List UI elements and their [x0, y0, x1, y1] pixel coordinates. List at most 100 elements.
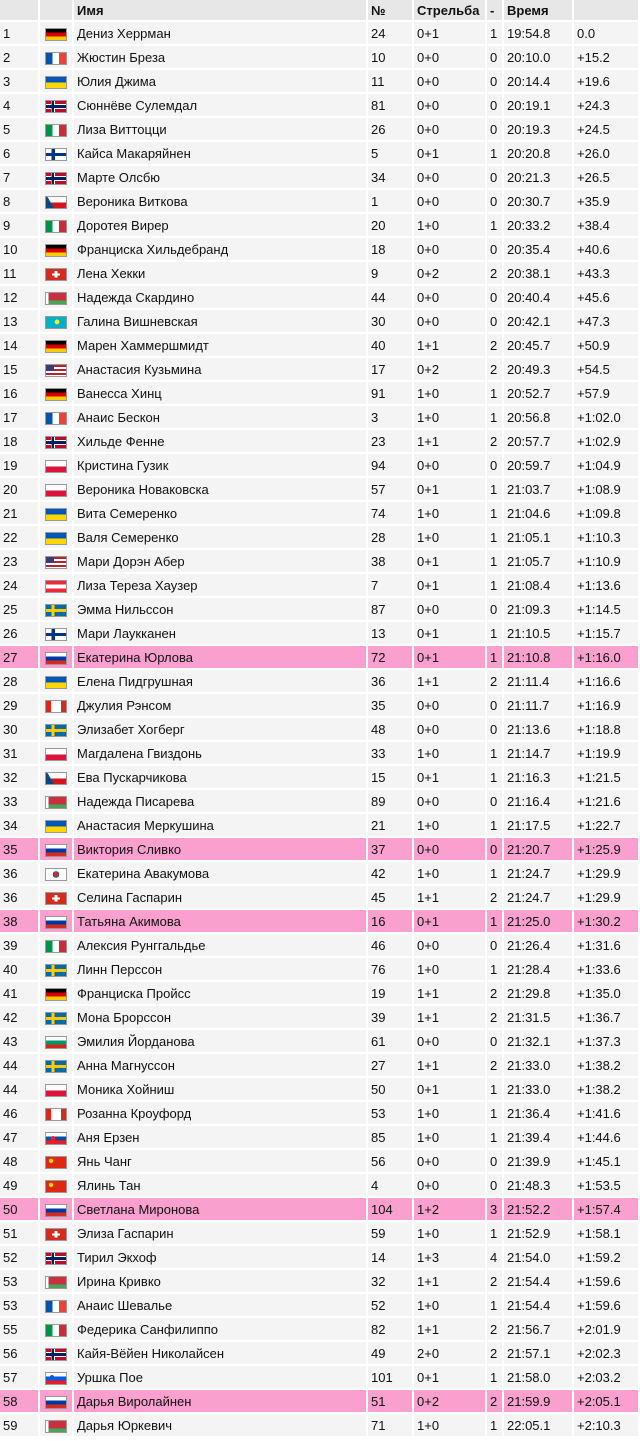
athlete-name[interactable]: Моника Хойниш	[74, 1078, 366, 1100]
athlete-name[interactable]: Янь Чанг	[74, 1150, 366, 1172]
athlete-name[interactable]: Екатерина Юрлова	[74, 646, 366, 668]
athlete-name[interactable]: Надежда Писарева	[74, 790, 366, 812]
athlete-name[interactable]: Лиза Тереза Хаузер	[74, 574, 366, 596]
position-cell: 20	[0, 478, 38, 500]
athlete-name[interactable]: Лена Хекки	[74, 262, 366, 284]
table-row: 30 Элизабет Хогберг 48 0+0 0 21:13.6 +1:18.8	[0, 718, 638, 740]
athlete-name[interactable]: Франциска Хильдебранд	[74, 238, 366, 260]
athlete-name[interactable]: Дарья Виролайнен	[74, 1390, 366, 1412]
athlete-name[interactable]: Анастасия Кузьмина	[74, 358, 366, 380]
athlete-name[interactable]: Кайя-Вёйен Николайсен	[74, 1342, 366, 1364]
table-row: 9 Доротея Вирер 20 1+0 1 20:33.2 +38.4	[0, 214, 638, 236]
shooting-result: 0+1	[414, 142, 485, 164]
athlete-name[interactable]: Мари Дорэн Абер	[74, 550, 366, 572]
ukraine-flag	[45, 507, 67, 521]
athlete-name[interactable]: Магдалена Гвиздонь	[74, 742, 366, 764]
header-number[interactable]: №	[368, 0, 412, 20]
table-row: 55 Федерика Санфилиппо 82 1+1 2 21:56.7 +2:01.…	[0, 1318, 638, 1340]
athlete-name[interactable]: Юлия Джима	[74, 70, 366, 92]
athlete-name[interactable]: Вероника Виткова	[74, 190, 366, 212]
time-gap: +1:02.0	[574, 406, 638, 428]
athlete-name[interactable]: Селина Гаспарин	[74, 886, 366, 908]
athlete-name[interactable]: Алексия Рунггальдье	[74, 934, 366, 956]
germany-flag	[45, 243, 67, 257]
athlete-name[interactable]: Розанна Кроуфорд	[74, 1102, 366, 1124]
bib-number: 34	[368, 166, 412, 188]
finish-time: 21:39.9	[504, 1150, 572, 1172]
athlete-name[interactable]: Хильде Фенне	[74, 430, 366, 452]
header-shooting[interactable]: Стрельба	[414, 0, 485, 20]
athlete-name[interactable]: Ялинь Тан	[74, 1174, 366, 1196]
athlete-name[interactable]: Анаис Шевалье	[74, 1294, 366, 1316]
czech-flag	[45, 771, 67, 785]
finish-time: 20:30.7	[504, 190, 572, 212]
athlete-name[interactable]: Анастасия Меркушина	[74, 814, 366, 836]
athlete-name[interactable]: Кайса Макаряйнен	[74, 142, 366, 164]
position-cell: 21	[0, 502, 38, 524]
finish-time: 21:58.0	[504, 1366, 572, 1388]
shooting-result: 1+1	[414, 334, 485, 356]
finish-time: 21:24.7	[504, 886, 572, 908]
athlete-name[interactable]: Тирил Экхоф	[74, 1246, 366, 1268]
header-penalty[interactable]: -	[487, 0, 502, 20]
position-cell: 55	[0, 1318, 38, 1340]
athlete-name[interactable]: Кристина Гузик	[74, 454, 366, 476]
table-row: 32 Ева Пускарчикова 15 0+1 1 21:16.3 +1:21.5	[0, 766, 638, 788]
athlete-name[interactable]: Франциска Пройсс	[74, 982, 366, 1004]
athlete-name[interactable]: Анаис Бескон	[74, 406, 366, 428]
header-name[interactable]: Имя	[74, 0, 366, 20]
athlete-name[interactable]: Марен Хаммершмидт	[74, 334, 366, 356]
athlete-name[interactable]: Вита Семеренко	[74, 502, 366, 524]
athlete-name[interactable]: Ванесса Хинц	[74, 382, 366, 404]
flag-cell	[40, 22, 72, 44]
athlete-name[interactable]: Дениз Херрман	[74, 22, 366, 44]
athlete-name[interactable]: Федерика Санфилиппо	[74, 1318, 366, 1340]
usa-flag	[45, 363, 67, 377]
table-row: 15 Анастасия Кузьмина 17 0+2 2 20:49.3 +54.5	[0, 358, 638, 380]
athlete-name[interactable]: Джулия Рэнсом	[74, 694, 366, 716]
athlete-name[interactable]: Эмилия Йорданова	[74, 1030, 366, 1052]
athlete-name[interactable]: Марте Олсбю	[74, 166, 366, 188]
athlete-name[interactable]: Мона Брорссон	[74, 1006, 366, 1028]
time-gap: +1:57.4	[574, 1198, 638, 1220]
athlete-name[interactable]: Галина Вишневская	[74, 310, 366, 332]
penalty-count: 1	[487, 382, 502, 404]
athlete-name[interactable]: Жюстин Бреза	[74, 46, 366, 68]
athlete-name[interactable]: Эмма Нильссон	[74, 598, 366, 620]
athlete-name[interactable]: Светлана Миронова	[74, 1198, 366, 1220]
athlete-name[interactable]: Уршка Пое	[74, 1366, 366, 1388]
penalty-count: 1	[487, 478, 502, 500]
finland-flag	[45, 147, 67, 161]
athlete-name[interactable]: Виктория Сливко	[74, 838, 366, 860]
athlete-name[interactable]: Сюннёве Сулемдал	[74, 94, 366, 116]
athlete-name[interactable]: Линн Перссон	[74, 958, 366, 980]
finish-time: 20:35.4	[504, 238, 572, 260]
bib-number: 27	[368, 1054, 412, 1076]
shooting-result: 0+0	[414, 46, 485, 68]
athlete-name[interactable]: Ирина Кривко	[74, 1270, 366, 1292]
athlete-name[interactable]: Татьяна Акимова	[74, 910, 366, 932]
shooting-result: 0+2	[414, 358, 485, 380]
norway-flag	[45, 171, 67, 185]
athlete-name[interactable]: Вероника Новаковска	[74, 478, 366, 500]
athlete-name[interactable]: Дарья Юркевич	[74, 1414, 366, 1436]
athlete-name[interactable]: Аня Ерзен	[74, 1126, 366, 1148]
finish-time: 21:56.7	[504, 1318, 572, 1340]
athlete-name[interactable]: Валя Семеренко	[74, 526, 366, 548]
athlete-name[interactable]: Элиза Гаспарин	[74, 1222, 366, 1244]
athlete-name[interactable]: Мари Лаукканен	[74, 622, 366, 644]
athlete-name[interactable]: Ева Пускарчикова	[74, 766, 366, 788]
penalty-count: 0	[487, 838, 502, 860]
athlete-name[interactable]: Елена Пидгрушная	[74, 670, 366, 692]
finish-time: 21:39.4	[504, 1126, 572, 1148]
belarus-flag	[45, 1275, 67, 1289]
shooting-result: 1+1	[414, 670, 485, 692]
athlete-name[interactable]: Лиза Виттоцци	[74, 118, 366, 140]
athlete-name[interactable]: Надежда Скардино	[74, 286, 366, 308]
athlete-name[interactable]: Элизабет Хогберг	[74, 718, 366, 740]
header-time[interactable]: Время	[504, 0, 572, 20]
athlete-name[interactable]: Доротея Вирер	[74, 214, 366, 236]
france-flag	[45, 411, 67, 425]
athlete-name[interactable]: Екатерина Авакумова	[74, 862, 366, 884]
athlete-name[interactable]: Анна Магнуссон	[74, 1054, 366, 1076]
